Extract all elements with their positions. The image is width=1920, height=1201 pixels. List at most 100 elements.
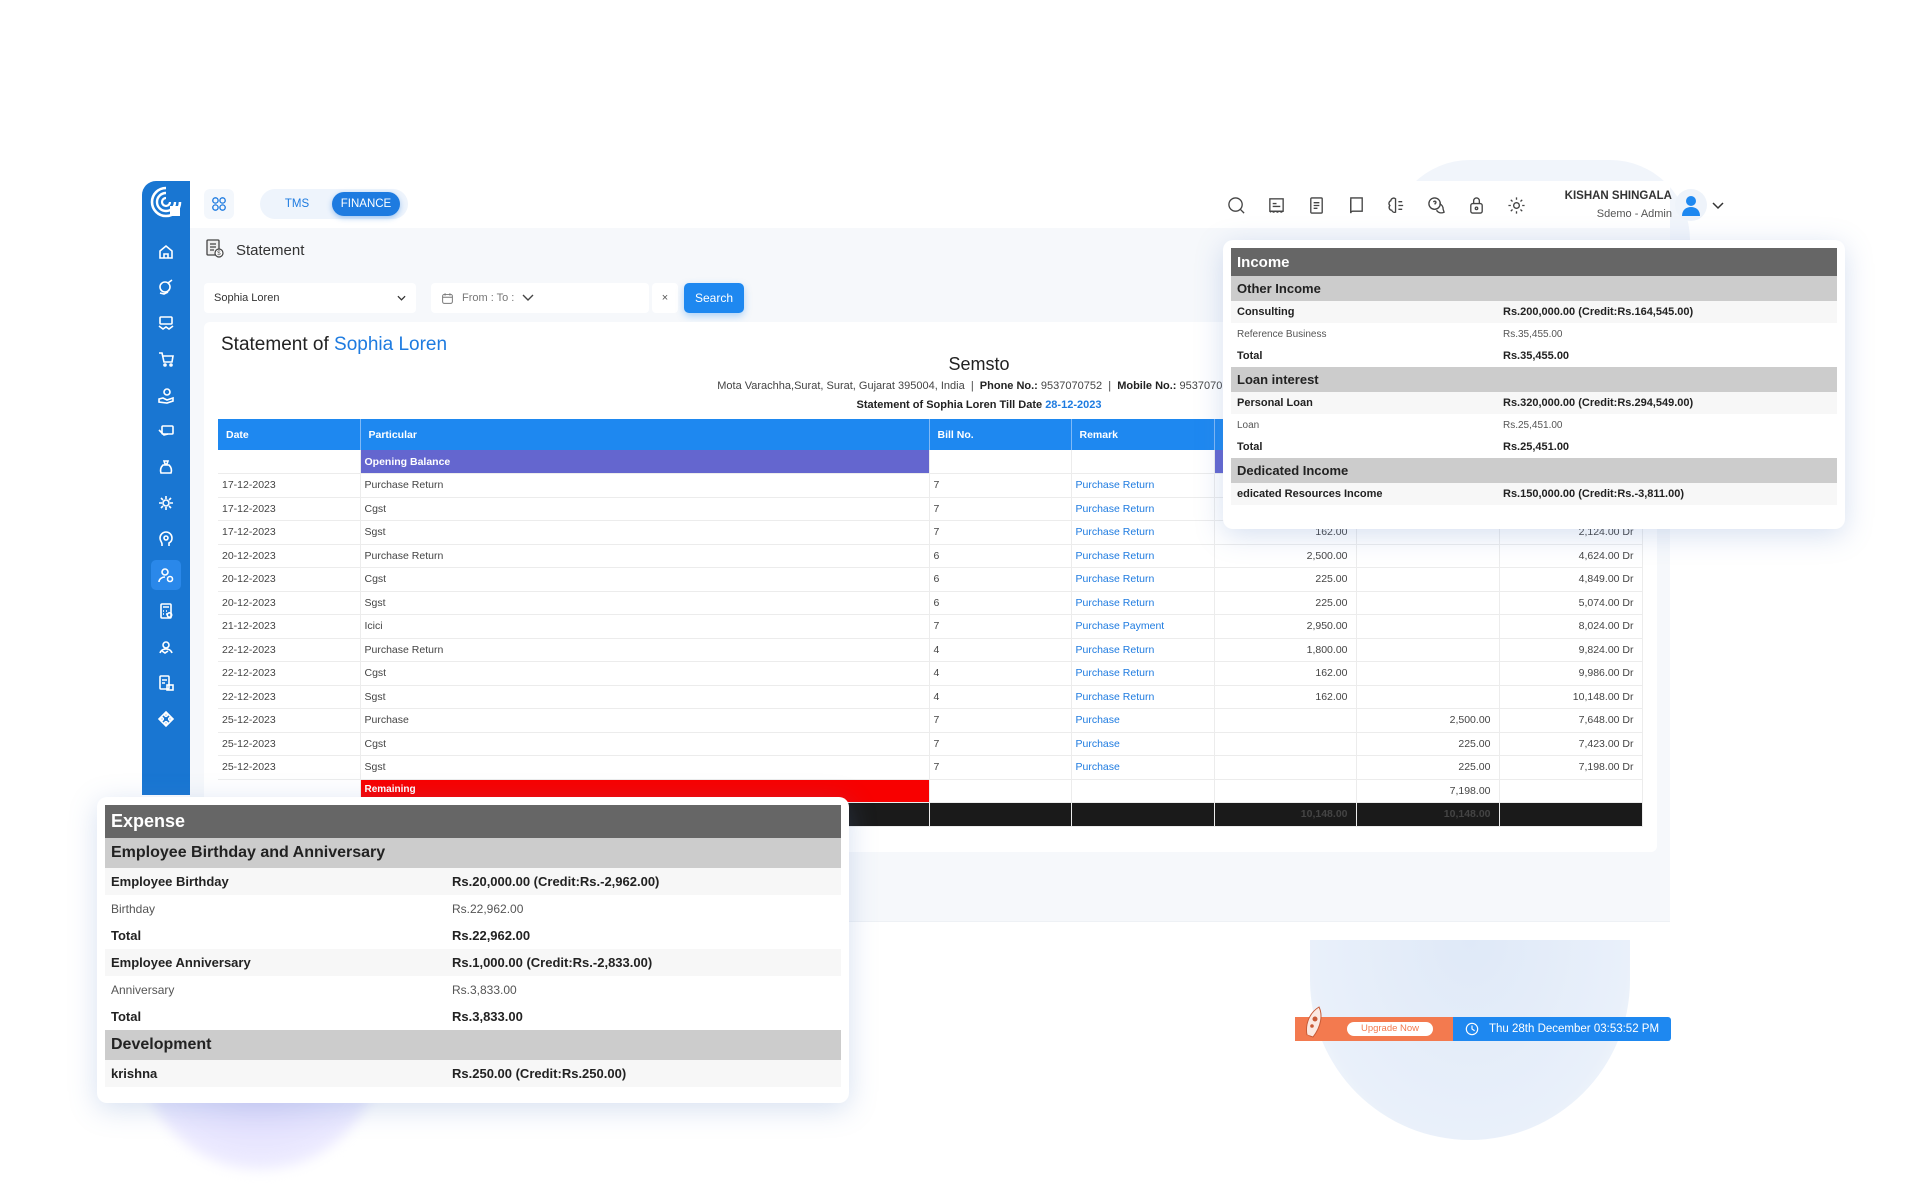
- remark-link[interactable]: Purchase Return: [1071, 497, 1215, 521]
- table-row[interactable]: 25-12-2023 Cgst 7 Purchase 225.00 7,423.00 Dr: [218, 732, 1643, 756]
- partnership-icon: [159, 641, 173, 654]
- date-cell: 20-12-2023: [218, 567, 361, 592]
- module-tab-tms[interactable]: TMS: [272, 192, 322, 216]
- sidebar-item-calculator[interactable]: [142, 593, 190, 629]
- book-icon[interactable]: [1343, 192, 1369, 218]
- table-row[interactable]: 21-12-2023 Icici 7 Purchase Payment 2,950.00…: [218, 614, 1643, 639]
- income-panel: Income Other Income Consulting Rs.200,000.…: [1223, 240, 1845, 529]
- deal-icon: [158, 316, 174, 330]
- sidebar-item-hand-money[interactable]: [142, 377, 190, 413]
- document-icon[interactable]: [1303, 192, 1329, 218]
- date-range-picker[interactable]: From : To :: [431, 283, 649, 313]
- ledger-group-name: Loan interest: [1231, 367, 1837, 392]
- ledger-label: Birthday: [105, 895, 446, 922]
- sidebar-item-payment[interactable]: [142, 413, 190, 449]
- remark-link[interactable]: Purchase Payment: [1071, 614, 1215, 639]
- sidebar-item-deal[interactable]: [142, 305, 190, 341]
- remark-link[interactable]: Purchase Return: [1071, 567, 1215, 592]
- remark-link[interactable]: Purchase: [1071, 732, 1215, 756]
- sidebar-item-finance-mind[interactable]: [142, 521, 190, 557]
- cell: [1499, 802, 1643, 827]
- table-row[interactable]: 20-12-2023 Cgst 6 Purchase Return 225.00 4,84…: [218, 567, 1643, 592]
- column-header-date[interactable]: Date: [218, 419, 361, 450]
- sidebar-item-cart[interactable]: [142, 341, 190, 377]
- help-chat-icon[interactable]: [1423, 192, 1449, 218]
- ledger-value: Rs.22,962.00: [446, 922, 841, 949]
- ledger-label: Anniversary: [105, 976, 446, 1003]
- avatar[interactable]: [1675, 189, 1707, 221]
- ledger-label: Total: [1231, 345, 1497, 367]
- sidebar-item-report[interactable]: [142, 665, 190, 701]
- search-icon[interactable]: [1223, 192, 1249, 218]
- remark-link[interactable]: Purchase Return: [1071, 661, 1215, 686]
- table-row[interactable]: 25-12-2023 Sgst 7 Purchase 225.00 7,198.00 Dr: [218, 755, 1643, 780]
- upgrade-now-button[interactable]: Upgrade Now: [1347, 1022, 1433, 1036]
- module-tab-finance[interactable]: FINANCE: [332, 192, 400, 216]
- column-header-particular[interactable]: Particular: [360, 419, 930, 450]
- remark-link[interactable]: Purchase Return: [1071, 638, 1215, 662]
- calendar-icon: [442, 292, 453, 304]
- remark-link[interactable]: Purchase Return: [1071, 685, 1215, 709]
- table-row[interactable]: 22-12-2023 Purchase Return 4 Purchase Retur…: [218, 638, 1643, 662]
- brain-icon[interactable]: [1383, 192, 1409, 218]
- ledger-value: Rs.35,455.00: [1497, 323, 1837, 345]
- table-row[interactable]: 22-12-2023 Sgst 4 Purchase Return 162.00 10,1…: [218, 685, 1643, 709]
- ledger-group-name: Dedicated Income: [1231, 458, 1837, 483]
- lock-icon[interactable]: [1463, 192, 1489, 218]
- ledger-item-row: krishna Rs.250.00 (Credit:Rs.250.00): [105, 1060, 841, 1087]
- remark-link[interactable]: Purchase Return: [1071, 591, 1215, 615]
- particular-cell: Icici: [360, 614, 930, 639]
- top-icons: [1223, 192, 1529, 218]
- date-cell: 21-12-2023: [218, 614, 361, 639]
- cell: [929, 802, 1072, 827]
- sidebar-item-budget[interactable]: [142, 269, 190, 305]
- party-select[interactable]: Sophia Loren: [204, 283, 416, 313]
- ledger-value: Rs.250.00 (Credit:Rs.250.00): [446, 1060, 841, 1087]
- ledger-group-row: Development: [105, 1030, 841, 1060]
- balance-cell: 8,024.00 Dr: [1499, 614, 1643, 639]
- column-header-remark[interactable]: Remark: [1071, 419, 1215, 450]
- table-row[interactable]: 25-12-2023 Purchase 7 Purchase 2,500.00 7,648…: [218, 708, 1643, 733]
- credit-cell: [1356, 638, 1500, 662]
- credit-cell: [1356, 661, 1500, 686]
- sidebar-item-user-settings[interactable]: [142, 557, 190, 593]
- ledger-value: Rs.25,451.00: [1497, 414, 1837, 436]
- ledger-sub-row: Birthday Rs.22,962.00: [105, 895, 841, 922]
- clear-button[interactable]: ×: [652, 283, 678, 313]
- company-address: Mota Varachha,Surat, Surat, Gujarat 3950…: [717, 380, 965, 392]
- sidebar-item-network[interactable]: [142, 701, 190, 737]
- remark-link[interactable]: Purchase Return: [1071, 473, 1215, 498]
- table-row[interactable]: 20-12-2023 Sgst 6 Purchase Return 225.00 5,07…: [218, 591, 1643, 615]
- home-icon: [159, 244, 173, 259]
- date-cell: 17-12-2023: [218, 520, 361, 545]
- income-title: Income: [1231, 248, 1837, 276]
- expense-title: Expense: [105, 805, 841, 838]
- sidebar-item-growth[interactable]: [142, 485, 190, 521]
- calculator-icon: [160, 603, 173, 619]
- ledger-group-name: Development: [105, 1030, 841, 1060]
- apps-grid-button[interactable]: [204, 189, 234, 219]
- ledger-value: Rs.22,962.00: [446, 895, 841, 922]
- app-logo[interactable]: [148, 184, 184, 220]
- budget-icon: [159, 279, 173, 295]
- sidebar-item-bg: [151, 524, 181, 554]
- column-header-bill-no[interactable]: Bill No.: [929, 419, 1072, 450]
- remark-link[interactable]: Purchase: [1071, 708, 1215, 733]
- sidebar-item-money-bag[interactable]: [142, 449, 190, 485]
- search-button[interactable]: Search: [684, 283, 744, 313]
- particular-cell: Purchase Return: [360, 638, 930, 662]
- remark-link[interactable]: Purchase Return: [1071, 520, 1215, 545]
- payment-icon: [158, 425, 174, 436]
- remark-link[interactable]: Purchase Return: [1071, 544, 1215, 568]
- cell: [929, 779, 1072, 803]
- particular-cell: Sgst: [360, 520, 930, 545]
- sidebar-item-home[interactable]: [142, 233, 190, 269]
- sidebar-item-partnership[interactable]: [142, 629, 190, 665]
- receipt-icon[interactable]: [1263, 192, 1289, 218]
- remark-link[interactable]: Purchase: [1071, 755, 1215, 780]
- balance-cell: 7,648.00 Dr: [1499, 708, 1643, 733]
- particular-cell: Cgst: [360, 567, 930, 592]
- table-row[interactable]: 22-12-2023 Cgst 4 Purchase Return 162.00 9,98…: [218, 661, 1643, 686]
- chevron-down-icon[interactable]: [1712, 197, 1724, 215]
- table-row[interactable]: 20-12-2023 Purchase Return 6 Purchase Retur…: [218, 544, 1643, 568]
